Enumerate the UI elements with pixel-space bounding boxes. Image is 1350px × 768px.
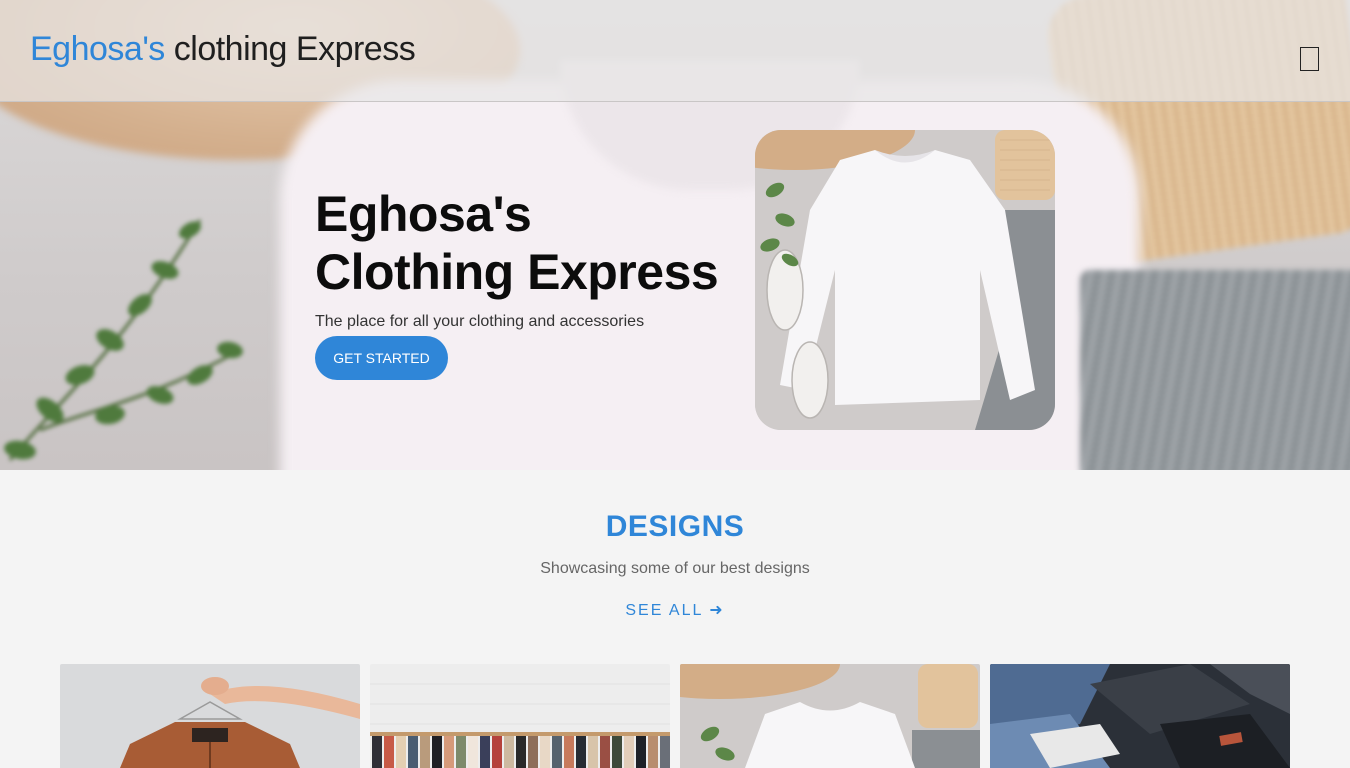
hero-title-line2: Clothing Express (315, 244, 719, 300)
hero-title-line1: Eghosa's (315, 186, 532, 242)
jacket-image (60, 664, 360, 768)
designs-subtitle: Showcasing some of our best designs (540, 560, 810, 577)
site-header: Eghosa's clothing Express (0, 0, 1350, 102)
designs-title: DESIGNS (605, 510, 745, 543)
design-tile-sweater[interactable] (680, 664, 980, 768)
hero-subtitle: The place for all your clothing and acce… (315, 313, 645, 330)
hero-title: Eghosa's Clothing Express (315, 185, 755, 301)
design-tile-jacket[interactable] (60, 664, 360, 768)
denim-image (990, 664, 1290, 768)
hero-image-card (755, 130, 1055, 430)
hero-bg-jeans (1080, 270, 1350, 470)
design-gallery (60, 664, 1290, 768)
hero-bg-plant (4, 219, 243, 461)
design-tile-denim[interactable] (990, 664, 1290, 768)
hero-text: Eghosa's Clothing Express The place for … (315, 185, 755, 331)
logo-rest: clothing Express (164, 30, 416, 68)
sweater-flatlay-image (755, 130, 1055, 430)
get-started-button[interactable]: GET STARTED (315, 336, 448, 380)
sweater-image (680, 664, 980, 768)
see-all-link[interactable]: SEE ALL ➜ (0, 600, 1350, 620)
clothing-rack-image (370, 664, 670, 768)
design-tile-rack[interactable] (370, 664, 670, 768)
site-logo[interactable]: Eghosa's clothing Express (30, 30, 416, 69)
menu-icon[interactable] (1300, 47, 1319, 71)
designs-section: DESIGNS Showcasing some of our best desi… (0, 470, 1350, 768)
logo-brand: Eghosa's (30, 30, 165, 68)
